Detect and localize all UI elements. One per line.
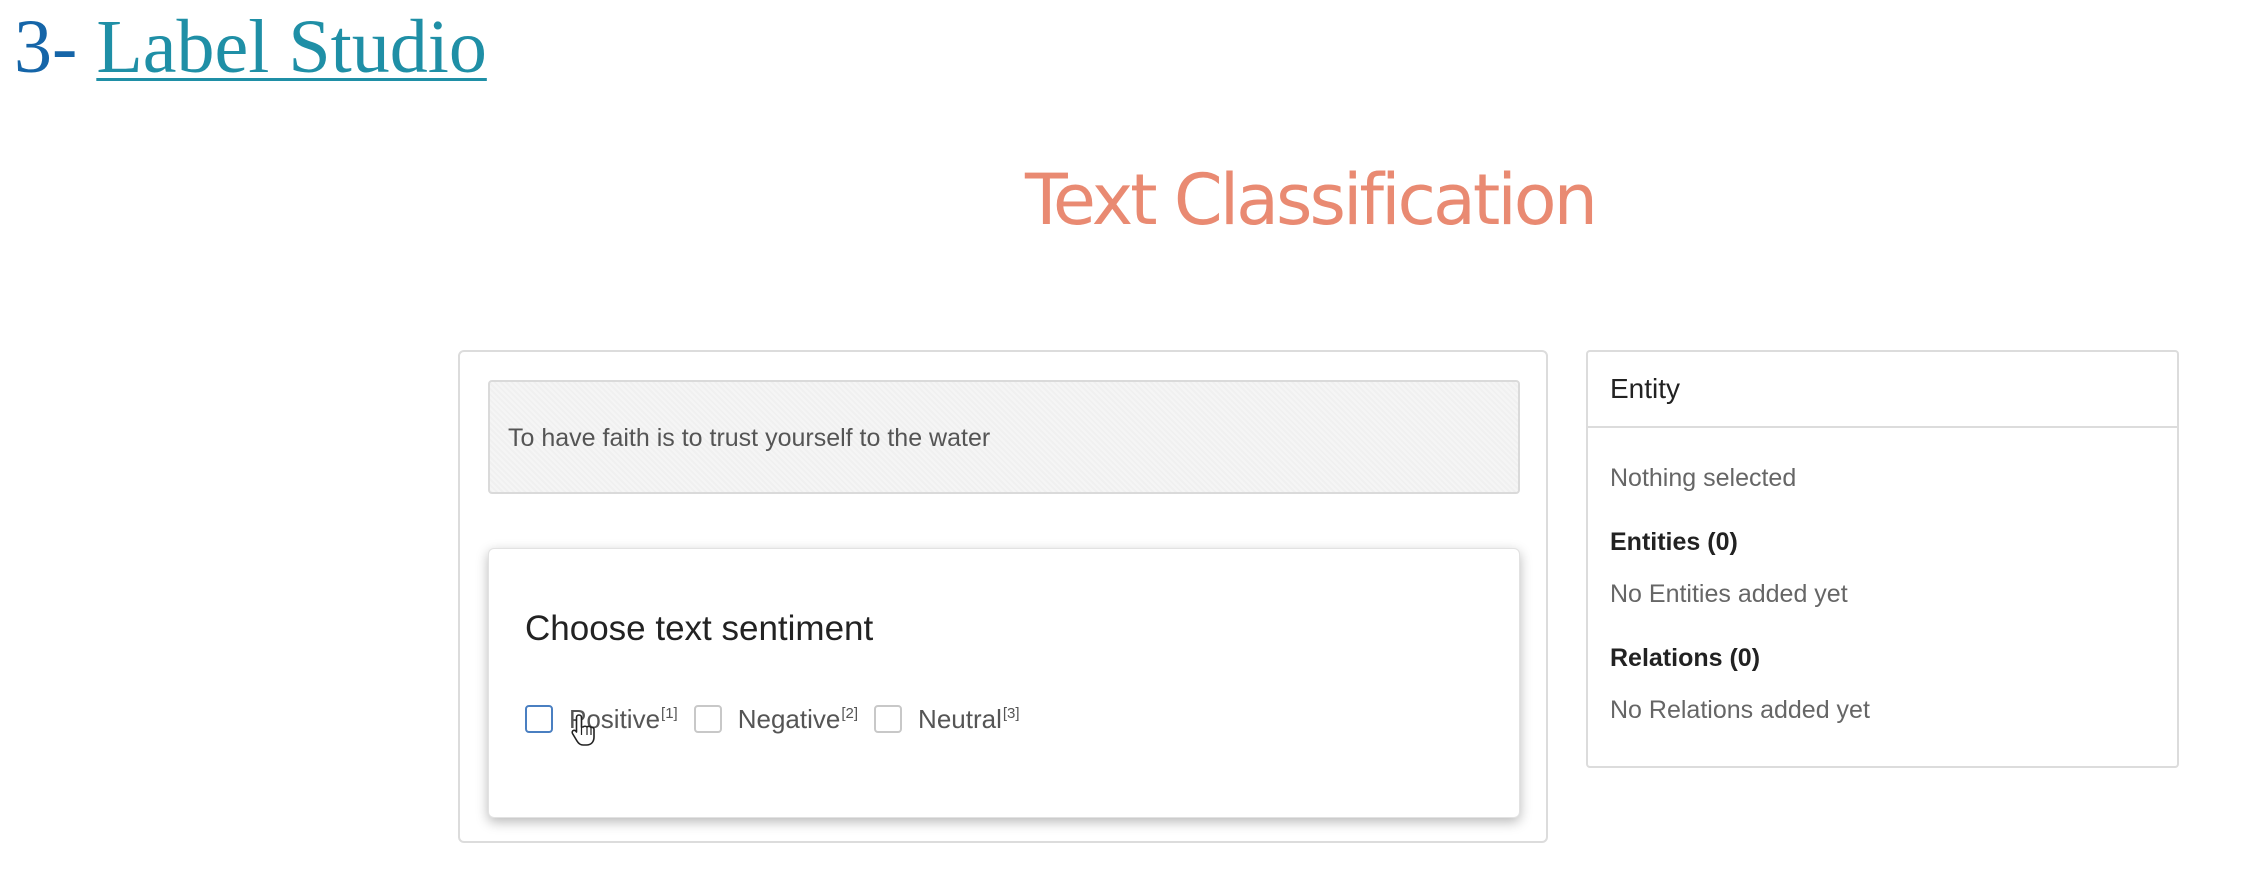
choice-neutral[interactable]: Neutral[3] xyxy=(874,704,1020,735)
choice-neutral-label: Neutral[3] xyxy=(918,703,1020,734)
choice-negative-label: Negative[2] xyxy=(737,703,859,734)
entity-panel-header: Entity xyxy=(1588,352,2177,428)
positive-checkbox[interactable] xyxy=(525,705,553,733)
choices-question: Choose text sentiment xyxy=(525,609,874,648)
section-heading: 3- Label Studio xyxy=(14,2,487,92)
relations-empty-text: No Relations added yet xyxy=(1610,696,1870,724)
entities-empty-text: No Entities added yet xyxy=(1610,580,1848,608)
choices-card: Choose text sentiment Positive[1] Negati… xyxy=(488,548,1520,818)
task-text: To have faith is to trust yourself to th… xyxy=(508,424,991,452)
choice-positive[interactable]: Positive[1] xyxy=(525,704,678,735)
choice-negative[interactable]: Negative[2] xyxy=(693,703,859,735)
heading-number: 3- xyxy=(14,5,97,89)
task-text-box: To have faith is to trust yourself to th… xyxy=(488,380,1520,494)
nothing-selected-text: Nothing selected xyxy=(1610,464,1797,492)
negative-checkbox[interactable] xyxy=(693,705,722,733)
annotation-panel: To have faith is to trust yourself to th… xyxy=(458,350,1548,843)
choice-positive-hotkey: [1] xyxy=(661,704,678,722)
neutral-checkbox[interactable] xyxy=(874,705,903,733)
label-studio-link[interactable]: Label Studio xyxy=(96,5,487,89)
entity-panel: Entity Nothing selected Entities (0) No … xyxy=(1586,350,2179,768)
page-title: Text Classification xyxy=(1025,159,1598,241)
choice-negative-hotkey: [2] xyxy=(841,704,859,722)
hand-pointer-icon xyxy=(571,714,595,746)
choice-neutral-hotkey: [3] xyxy=(1002,704,1020,722)
entities-title: Entities (0) xyxy=(1610,528,1738,556)
relations-title: Relations (0) xyxy=(1610,644,1761,672)
choices-group: Positive[1] Negative[2] Neutral[3] xyxy=(525,701,1036,737)
